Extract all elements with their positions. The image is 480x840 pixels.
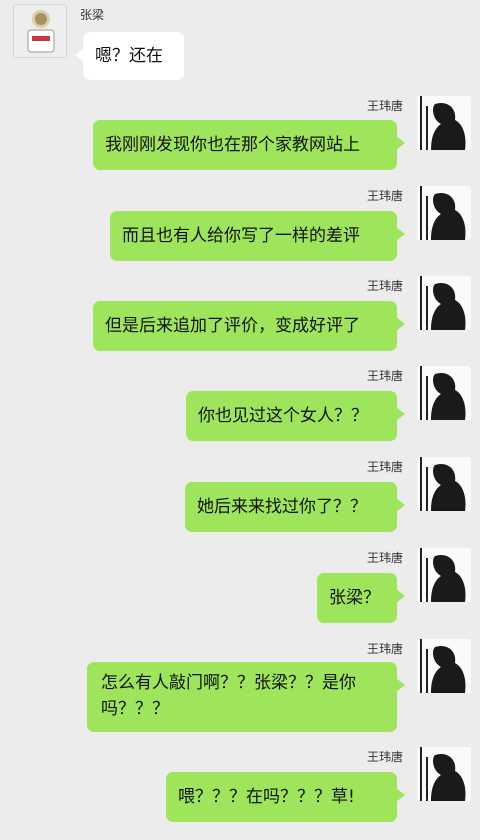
silhouette-avatar-icon: [417, 639, 471, 693]
person-avatar-icon: [14, 5, 66, 57]
message-bubble-sent[interactable]: 而且也有人给你写了一样的差评: [110, 211, 405, 261]
self-avatar[interactable]: [417, 276, 471, 330]
self-name: 王玮唐: [366, 99, 403, 113]
contact-name: 张梁: [80, 8, 105, 22]
self-name: 王玮唐: [366, 189, 403, 203]
self-avatar[interactable]: [417, 639, 471, 693]
silhouette-avatar-icon: [417, 96, 471, 150]
self-avatar[interactable]: [417, 366, 471, 420]
self-name: 王玮唐: [366, 460, 403, 474]
self-avatar[interactable]: [417, 548, 471, 602]
self-avatar[interactable]: [417, 96, 471, 150]
silhouette-avatar-icon: [417, 366, 471, 420]
message-bubble-sent[interactable]: 我刚刚发现你也在那个家教网站上: [93, 120, 405, 170]
silhouette-avatar-icon: [417, 548, 471, 602]
self-name: 王玮唐: [366, 279, 403, 293]
message-bubble-sent[interactable]: 喂？？？在吗？？？草!: [166, 772, 405, 822]
message-bubble-sent[interactable]: 怎么有人敲门啊？？张梁？？是你吗？？？: [87, 662, 405, 732]
contact-avatar[interactable]: [13, 4, 67, 58]
message-bubble-sent[interactable]: 但是后来追加了评价，变成好评了: [93, 301, 405, 351]
self-avatar[interactable]: [417, 747, 471, 801]
message-bubble-sent[interactable]: 张梁？: [317, 573, 405, 623]
message-bubble-received[interactable]: 嗯？还在: [75, 32, 184, 80]
silhouette-avatar-icon: [417, 747, 471, 801]
silhouette-avatar-icon: [417, 457, 471, 511]
silhouette-avatar-icon: [417, 276, 471, 330]
self-name: 王玮唐: [366, 642, 403, 656]
message-bubble-sent[interactable]: 你也见过这个女人？？: [186, 391, 405, 441]
self-avatar[interactable]: [417, 186, 471, 240]
silhouette-avatar-icon: [417, 186, 471, 240]
self-avatar[interactable]: [417, 457, 471, 511]
self-name: 王玮唐: [366, 750, 403, 764]
self-name: 王玮唐: [366, 551, 403, 565]
message-bubble-sent[interactable]: 她后来来找过你了？？: [185, 482, 405, 532]
self-name: 王玮唐: [366, 369, 403, 383]
